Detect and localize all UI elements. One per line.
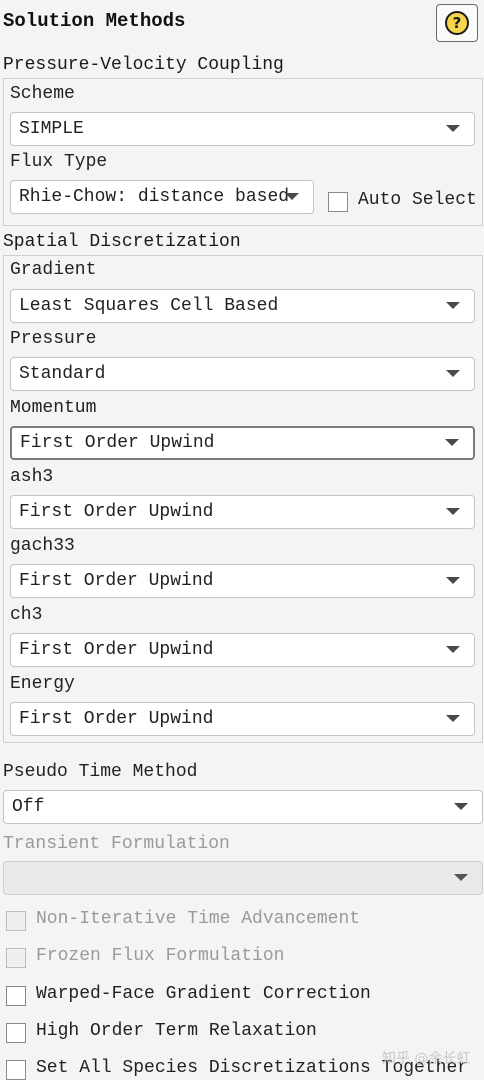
gach33-dropdown[interactable]: First Order Upwind <box>10 564 475 598</box>
non-iterative-checkbox[interactable] <box>6 911 26 931</box>
panel-title: Solution Methods <box>3 10 186 32</box>
scheme-label: Scheme <box>10 84 75 104</box>
help-button[interactable]: ? <box>436 4 478 42</box>
spatial-section-label: Spatial Discretization <box>3 232 241 252</box>
energy-value: First Order Upwind <box>19 709 214 729</box>
high-order-relaxation-checkbox[interactable] <box>6 1023 26 1043</box>
warped-face-label: Warped-Face Gradient Correction <box>36 984 371 1004</box>
frozen-flux-checkbox[interactable] <box>6 948 26 968</box>
auto-select-checkbox[interactable] <box>328 192 348 212</box>
transient-dropdown[interactable] <box>3 861 483 895</box>
auto-select-label: Auto Select <box>358 190 477 210</box>
ash3-value: First Order Upwind <box>19 502 214 522</box>
transient-label: Transient Formulation <box>3 834 230 854</box>
pseudo-time-label: Pseudo Time Method <box>3 762 198 782</box>
non-iterative-label: Non-Iterative Time Advancement <box>36 909 361 929</box>
chevron-down-icon <box>445 439 459 446</box>
high-order-relaxation-label: High Order Term Relaxation <box>36 1021 317 1041</box>
gradient-label: Gradient <box>10 260 97 280</box>
chevron-down-icon <box>446 302 460 309</box>
ch3-label: ch3 <box>10 605 43 625</box>
help-icon: ? <box>445 11 469 35</box>
chevron-down-icon <box>446 646 460 653</box>
gradient-dropdown[interactable]: Least Squares Cell Based <box>10 289 475 323</box>
chevron-down-icon <box>446 370 460 377</box>
chevron-down-icon <box>454 874 468 881</box>
chevron-down-icon <box>446 577 460 584</box>
chevron-down-icon <box>446 508 460 515</box>
pressure-dropdown[interactable]: Standard <box>10 357 475 391</box>
pseudo-time-dropdown[interactable]: Off <box>3 790 483 824</box>
flux-type-label: Flux Type <box>10 152 108 172</box>
momentum-value: First Order Upwind <box>20 433 215 453</box>
scheme-dropdown[interactable]: SIMPLE <box>10 112 475 146</box>
chevron-down-icon <box>454 803 468 810</box>
ch3-dropdown[interactable]: First Order Upwind <box>10 633 475 667</box>
momentum-dropdown[interactable]: First Order Upwind <box>10 426 475 460</box>
chevron-down-icon <box>446 125 460 132</box>
gach33-label: gach33 <box>10 536 75 556</box>
pressure-label: Pressure <box>10 329 97 349</box>
scheme-value: SIMPLE <box>19 119 84 139</box>
chevron-down-icon <box>285 193 299 200</box>
ch3-value: First Order Upwind <box>19 640 214 660</box>
pressure-velocity-section-label: Pressure-Velocity Coupling <box>3 55 284 75</box>
ash3-dropdown[interactable]: First Order Upwind <box>10 495 475 529</box>
gach33-value: First Order Upwind <box>19 571 214 591</box>
set-all-species-checkbox[interactable] <box>6 1060 26 1080</box>
energy-dropdown[interactable]: First Order Upwind <box>10 702 475 736</box>
warped-face-checkbox[interactable] <box>6 986 26 1006</box>
frozen-flux-label: Frozen Flux Formulation <box>36 946 285 966</box>
flux-type-dropdown[interactable]: Rhie-Chow: distance based <box>10 180 314 214</box>
flux-type-value: Rhie-Chow: distance based <box>19 187 290 207</box>
watermark-text: 知乎 @余长虹 <box>382 1051 471 1067</box>
pressure-value: Standard <box>19 364 106 384</box>
gradient-value: Least Squares Cell Based <box>19 296 279 316</box>
ash3-label: ash3 <box>10 467 54 487</box>
momentum-label: Momentum <box>10 398 97 418</box>
energy-label: Energy <box>10 674 75 694</box>
pseudo-time-value: Off <box>12 797 45 817</box>
chevron-down-icon <box>446 715 460 722</box>
